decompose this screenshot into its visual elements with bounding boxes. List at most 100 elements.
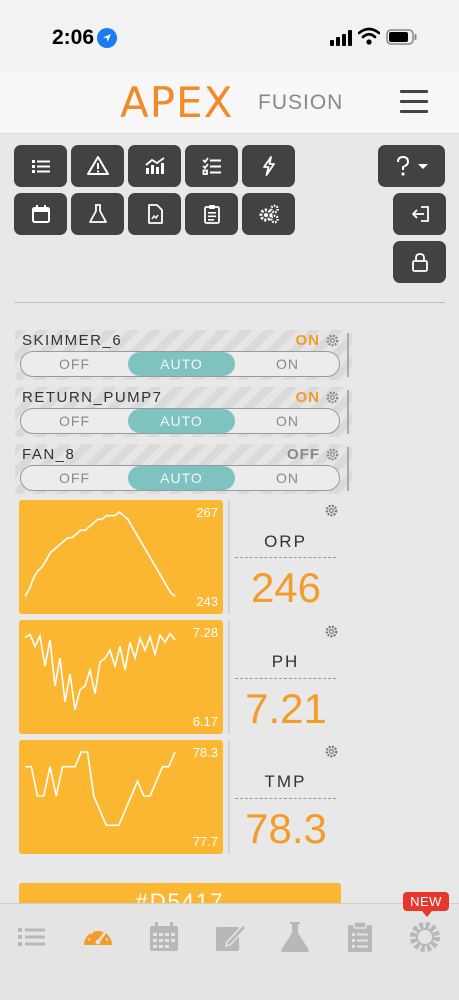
probe-value: 246	[250, 564, 322, 611]
outlet-skimmer-6: SKIMMER_6 ON OFF AUTO ON	[15, 330, 352, 380]
orp-trend-graph[interactable]: 267 243	[19, 500, 223, 614]
probe-rule	[235, 678, 336, 679]
help-dropdown-button[interactable]	[378, 145, 445, 187]
help-dropdown-icon	[396, 155, 428, 176]
graph-min-label: 77.7	[192, 834, 218, 849]
graphs-button[interactable]	[128, 145, 181, 187]
graph-icon	[144, 157, 165, 174]
wifi-icon	[358, 27, 380, 45]
list-icon	[18, 928, 45, 946]
gear-icon[interactable]	[325, 447, 340, 462]
outlet-divider	[347, 390, 349, 434]
alarms-button[interactable]	[71, 145, 124, 187]
calendar-icon	[150, 922, 178, 951]
tab-dashboard[interactable]	[79, 918, 117, 956]
gears-icon	[259, 204, 279, 224]
edit-icon	[216, 923, 247, 951]
logbook-button[interactable]	[185, 193, 238, 235]
tab-notes[interactable]	[211, 918, 249, 956]
switch-on-option[interactable]: ON	[234, 466, 339, 490]
logout-icon	[411, 206, 429, 222]
file-icon	[147, 204, 163, 224]
lock-icon	[411, 253, 428, 272]
outlet-mode-switch: OFF AUTO ON	[20, 408, 340, 434]
outlet-name: SKIMMER_6	[22, 332, 123, 349]
gear-icon[interactable]	[325, 333, 340, 348]
tab-tests[interactable]	[276, 918, 314, 956]
hamburger-menu-icon[interactable]	[400, 90, 428, 114]
gear-icon[interactable]	[324, 503, 339, 518]
documents-button[interactable]	[128, 193, 181, 235]
dashboard-gauge-icon	[84, 929, 112, 945]
switch-auto-option[interactable]: AUTO	[128, 352, 235, 376]
tab-settings[interactable]	[406, 918, 444, 956]
calendar-button[interactable]	[14, 193, 67, 235]
outlet-fan-8: FAN_8 OFF OFF AUTO ON	[15, 444, 352, 494]
settings-gear-icon	[410, 922, 440, 952]
outlet-state: ON	[295, 332, 320, 349]
outlet-mode-switch: OFF AUTO ON	[20, 351, 340, 377]
graph-min-label: 6.17	[192, 714, 218, 729]
probe-rule	[235, 798, 336, 799]
tab-clipboard[interactable]	[341, 918, 379, 956]
battery-icon	[386, 29, 417, 45]
gear-icon[interactable]	[324, 744, 339, 759]
tmp-trend-graph[interactable]: 78.3 77.7	[19, 740, 223, 854]
bottom-tab-bar	[0, 903, 459, 1000]
gear-icon[interactable]	[325, 390, 340, 405]
tmp-trend-line	[25, 751, 176, 827]
probe-name: ORP	[264, 532, 307, 551]
toolbar-divider	[14, 302, 445, 303]
graph-max-label: 7.28	[192, 625, 218, 640]
checklist-icon	[201, 157, 221, 175]
logout-button[interactable]	[393, 193, 446, 235]
warning-icon	[86, 156, 109, 175]
graph-min-label: 243	[196, 594, 218, 609]
status-bar: 2:06	[0, 0, 459, 72]
tasks-button[interactable]	[185, 145, 238, 187]
switch-off-option[interactable]: OFF	[21, 466, 128, 490]
switch-auto-option[interactable]: AUTO	[128, 466, 235, 490]
clipboard-icon	[348, 921, 372, 952]
lock-button[interactable]	[393, 241, 446, 283]
orp-trend-line	[24, 510, 176, 597]
tab-calendar[interactable]	[145, 918, 183, 956]
apex-logo: APEX	[120, 78, 234, 127]
switch-auto-option[interactable]: AUTO	[128, 409, 235, 433]
probe-value: 7.21	[245, 685, 327, 732]
ph-trend-line	[24, 632, 176, 710]
switch-off-option[interactable]: OFF	[21, 352, 128, 376]
probe-name: PH	[271, 652, 300, 671]
outlet-return-pump7: RETURN_PUMP7 ON OFF AUTO ON	[15, 387, 352, 437]
outlet-state: OFF	[287, 446, 320, 463]
list-icon	[31, 160, 50, 173]
gear-icon[interactable]	[324, 624, 339, 639]
calendar-icon	[31, 205, 50, 223]
outlet-name: RETURN_PUMP7	[22, 389, 163, 406]
probe-name: TMP	[264, 772, 307, 791]
cellular-signal-icon	[330, 30, 352, 46]
outlet-state: ON	[295, 389, 320, 406]
probe-rule	[235, 557, 336, 558]
location-icon	[97, 28, 117, 48]
tab-list[interactable]	[13, 918, 51, 956]
clipboard-icon	[203, 205, 220, 224]
outlet-divider	[347, 447, 349, 491]
switch-on-option[interactable]: ON	[234, 352, 339, 376]
ph-trend-graph[interactable]: 7.28 6.17	[19, 620, 223, 734]
power-button[interactable]	[242, 145, 295, 187]
tests-button[interactable]	[71, 193, 124, 235]
graph-max-label: 267	[196, 505, 218, 520]
app-header: APEX FUSION	[0, 72, 459, 134]
graph-max-label: 78.3	[192, 745, 218, 760]
list-view-button[interactable]	[14, 145, 67, 187]
switch-off-option[interactable]: OFF	[21, 409, 128, 433]
new-badge: NEW	[403, 892, 449, 917]
outlet-divider	[347, 333, 349, 377]
outlet-mode-switch: OFF AUTO ON	[20, 465, 340, 491]
probe-value: 78.3	[245, 805, 327, 852]
status-time: 2:06	[52, 26, 95, 49]
switch-on-option[interactable]: ON	[234, 409, 339, 433]
fusion-logo-text: FUSION	[258, 91, 344, 114]
configuration-button[interactable]	[242, 193, 295, 235]
